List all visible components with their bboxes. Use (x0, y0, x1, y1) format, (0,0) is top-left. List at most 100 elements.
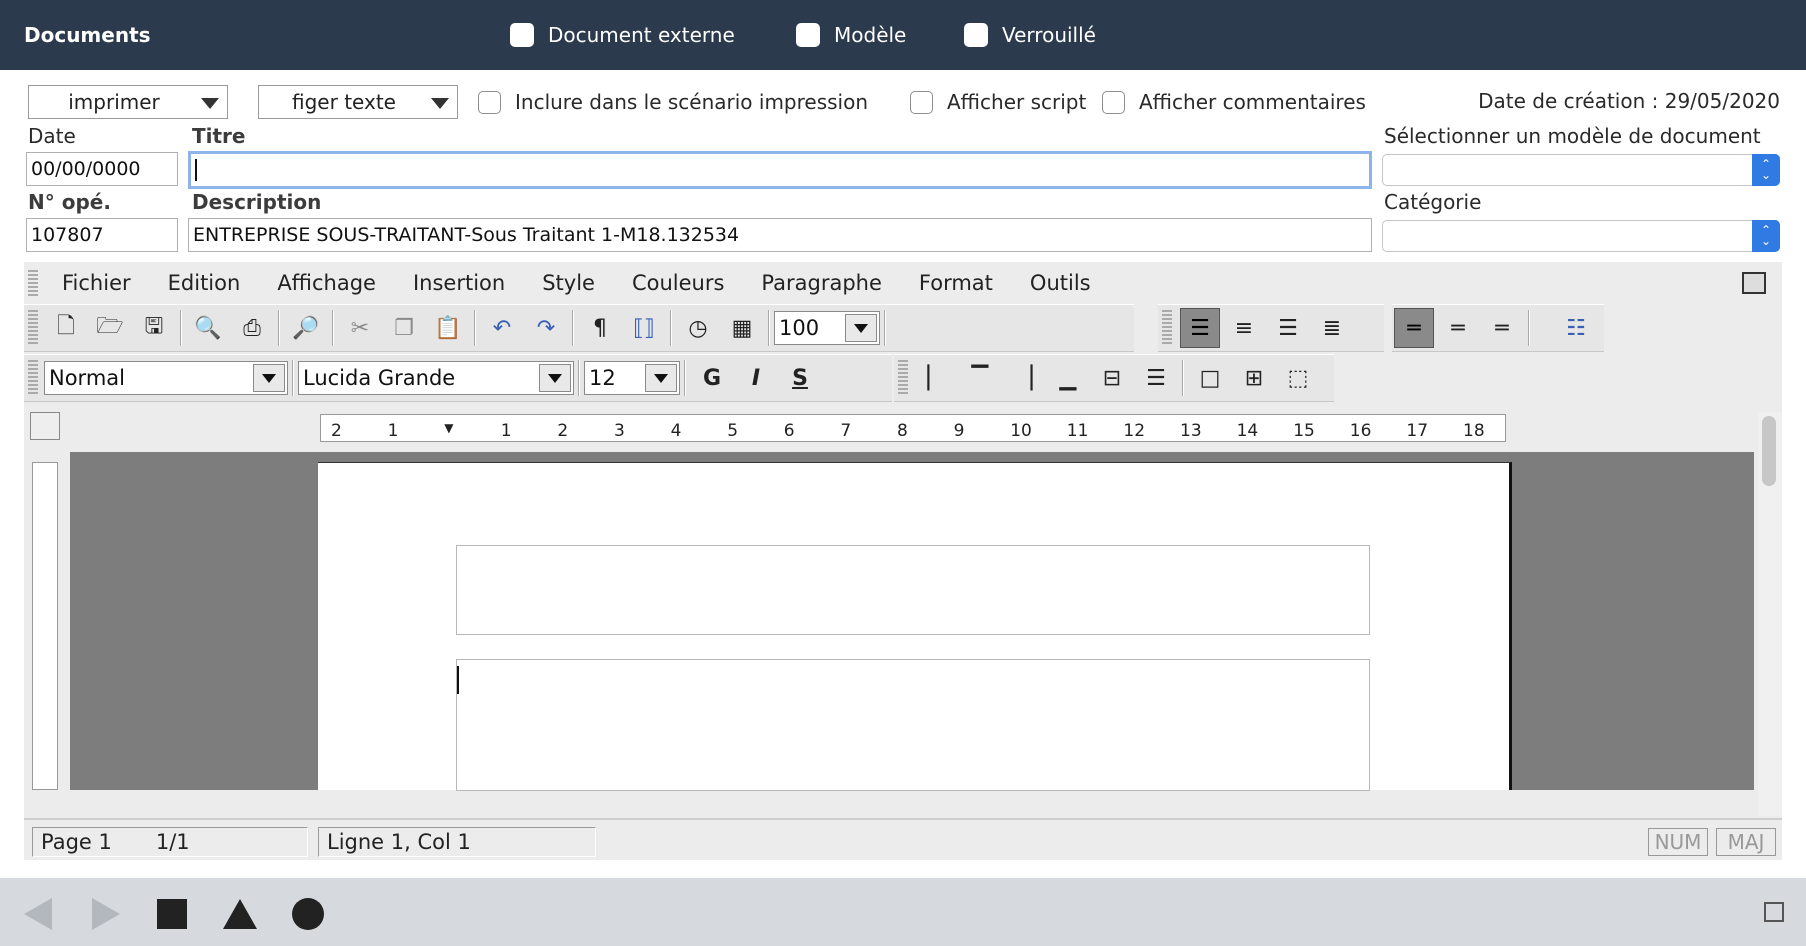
checkbox-label: Afficher script (947, 90, 1087, 114)
new-document-icon[interactable]: 🗋 (46, 308, 86, 348)
zoom-combo[interactable]: 100 (774, 311, 880, 345)
header-frame[interactable] (456, 545, 1370, 635)
record-button[interactable] (288, 894, 328, 934)
underline-button[interactable]: S (780, 358, 820, 398)
checkbox-box[interactable] (796, 23, 820, 47)
toolbar-grip[interactable] (28, 360, 38, 396)
calendar-icon[interactable]: ▦ (722, 308, 762, 348)
document-page[interactable] (318, 462, 1512, 791)
field-brackets-icon[interactable]: ⟦⟧ (624, 308, 664, 348)
save-icon[interactable]: 🖫 (134, 308, 174, 348)
border-grid-icon[interactable]: ⊞ (1234, 358, 1274, 398)
freeze-text-combo[interactable]: figer texte (258, 85, 458, 119)
back-button[interactable] (18, 894, 58, 934)
checkbox-template[interactable]: Modèle (796, 21, 906, 49)
line-spacing-single-icon[interactable]: ═ (1394, 308, 1434, 348)
category-select[interactable]: ⌃ ⌄ (1382, 220, 1780, 252)
menu-insertion[interactable]: Insertion (413, 271, 505, 295)
toolbar-separator (292, 360, 294, 396)
border-right-icon[interactable]: ▕ (1004, 358, 1044, 398)
forward-button[interactable] (86, 894, 126, 934)
print-preview-icon[interactable]: 🔍 (188, 308, 228, 348)
toolbar-grip[interactable] (28, 270, 38, 296)
vertical-scrollbar[interactable] (1758, 412, 1782, 816)
align-right-icon[interactable]: ☰ (1268, 308, 1308, 348)
page-label: Page 1 (41, 830, 112, 854)
template-select[interactable]: ⌃ ⌄ (1382, 154, 1780, 186)
undo-icon[interactable]: ↶ (482, 308, 522, 348)
checkbox-show-comments[interactable]: Afficher commentaires (1102, 89, 1366, 115)
checkbox-box[interactable] (910, 90, 933, 114)
standard-toolbar: 🗋 🗁 🖫 🔍 ⎙ 🔎 ✂ ❐ 📋 ↶ ↷ ¶ ⟦⟧ ◷ ▦ 100 (24, 304, 1134, 352)
border-none-icon[interactable]: ⬚ (1278, 358, 1318, 398)
bullet-list-icon[interactable]: ☷ (1556, 308, 1596, 348)
font-size-combo[interactable]: 12 (584, 361, 680, 395)
border-bottom-icon[interactable]: ▁ (1048, 358, 1088, 398)
select-arrows-icon[interactable]: ⌃ ⌄ (1752, 154, 1780, 186)
menu-couleurs[interactable]: Couleurs (632, 271, 724, 295)
chevron-down-icon[interactable] (253, 364, 285, 392)
pilcrow-icon[interactable]: ¶ (580, 308, 620, 348)
checkbox-include-print-scenario[interactable]: Inclure dans le scénario impression (478, 89, 868, 115)
print-combo[interactable]: imprimer (28, 85, 228, 119)
justify-icon[interactable]: ≣ (1312, 308, 1352, 348)
toolbar-grip[interactable] (898, 360, 908, 396)
menu-fichier[interactable]: Fichier (62, 271, 131, 295)
border-all-icon[interactable]: □ (1190, 358, 1230, 398)
menu-paragraphe[interactable]: Paragraphe (761, 271, 881, 295)
align-left-icon[interactable]: ☰ (1180, 308, 1220, 348)
border-left-icon[interactable]: ▏ (916, 358, 956, 398)
checkbox-box[interactable] (510, 23, 534, 47)
checkbox-external-document[interactable]: Document externe (510, 21, 735, 49)
checkbox-locked[interactable]: Verrouillé (964, 21, 1096, 49)
stop-button[interactable] (152, 894, 192, 934)
paste-icon[interactable]: 📋 (428, 308, 468, 348)
line-spacing-double-icon[interactable]: ═ (1482, 308, 1522, 348)
menu-edition[interactable]: Edition (168, 271, 241, 295)
menu-style[interactable]: Style (542, 271, 595, 295)
chevron-down-icon[interactable] (845, 314, 877, 342)
toolbar-grip[interactable] (1162, 310, 1172, 346)
redo-icon[interactable]: ↷ (526, 308, 566, 348)
body-frame[interactable] (456, 659, 1370, 791)
ruler-tick: 4 (670, 421, 682, 441)
horizontal-ruler[interactable]: 2 1 ▼ 1 2 3 4 5 6 7 8 9 10 11 12 13 14 15 16 17 18 (320, 414, 1506, 442)
checkbox-label: Modèle (834, 23, 907, 47)
ruler-tab-selector[interactable] (30, 412, 60, 440)
menu-outils[interactable]: Outils (1030, 271, 1091, 295)
clock-icon[interactable]: ◷ (678, 308, 718, 348)
checkbox-box[interactable] (478, 90, 501, 114)
cut-icon[interactable]: ✂ (340, 308, 380, 348)
border-inner-horizontal-icon[interactable]: ⊟ (1092, 358, 1132, 398)
resize-handle-icon[interactable] (1764, 902, 1784, 922)
scrollbar-thumb[interactable] (1762, 416, 1776, 486)
chevron-down-icon[interactable] (645, 364, 677, 392)
line-spacing-medium-icon[interactable]: ═ (1438, 308, 1478, 348)
style-combo[interactable]: Normal (44, 361, 288, 395)
checkbox-box[interactable] (964, 23, 988, 47)
align-center-icon[interactable]: ≡ (1224, 308, 1264, 348)
chevron-down-icon[interactable] (539, 364, 571, 392)
menu-format[interactable]: Format (919, 271, 993, 295)
font-combo[interactable]: Lucida Grande (298, 361, 574, 395)
window-toggle-icon[interactable] (1742, 272, 1766, 294)
italic-button[interactable]: I (736, 358, 776, 398)
title-input[interactable] (188, 151, 1372, 189)
description-input[interactable]: ENTREPRISE SOUS-TRAITANT-Sous Traitant 1… (188, 218, 1372, 252)
border-top-icon[interactable]: ▔ (960, 358, 1000, 398)
operation-number-field[interactable]: 107807 (26, 218, 178, 252)
date-field[interactable]: 00/00/0000 (26, 152, 178, 186)
copy-icon[interactable]: ❐ (384, 308, 424, 348)
print-icon[interactable]: ⎙ (232, 308, 272, 348)
open-folder-icon[interactable]: 🗁 (90, 308, 130, 348)
border-top-bottom-icon[interactable]: ☰ (1136, 358, 1176, 398)
find-icon[interactable]: 🔎 (286, 308, 326, 348)
vertical-ruler[interactable] (32, 462, 58, 790)
select-arrows-icon[interactable]: ⌃ ⌄ (1752, 220, 1780, 252)
home-button[interactable] (220, 894, 260, 934)
checkbox-show-script[interactable]: Afficher script (910, 89, 1086, 115)
toolbar-grip[interactable] (28, 310, 38, 346)
menu-affichage[interactable]: Affichage (277, 271, 376, 295)
bold-button[interactable]: G (692, 358, 732, 398)
checkbox-box[interactable] (1102, 90, 1125, 114)
